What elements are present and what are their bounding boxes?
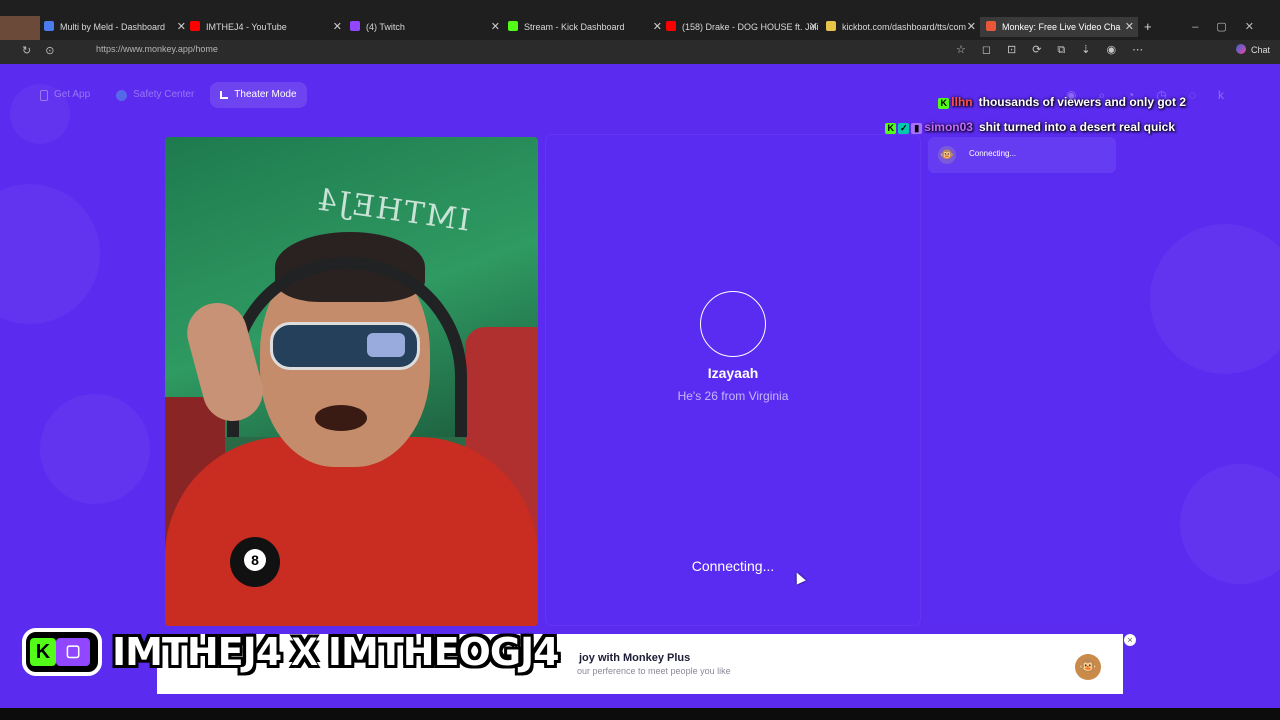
close-icon[interactable]: ✕ <box>333 17 342 37</box>
platform-logos: K ▢ <box>22 628 102 676</box>
chat-username: llhn <box>951 95 973 109</box>
monkey-page: Get App Safety Center Theater Mode ◉⌕◔◷◌… <box>0 64 1280 708</box>
streamer-name-left: IMTHEJ4 <box>112 630 282 674</box>
youtube-icon <box>666 21 676 31</box>
bottom-bar <box>0 708 1280 720</box>
tab-label: (4) Twitch <box>366 22 405 32</box>
safety-center-button[interactable]: Safety Center <box>106 82 204 108</box>
monkey-icon: 🐵 <box>938 146 956 164</box>
sub-badge-icon: ▮ <box>911 123 923 134</box>
phone-icon <box>40 89 48 101</box>
kick-badge-icon: K <box>938 98 950 109</box>
verified-badge-icon: ✓ <box>898 123 910 134</box>
mouth <box>315 405 367 431</box>
bg-decoration <box>0 184 100 324</box>
close-icon[interactable]: ✕ <box>967 17 976 37</box>
chat-username: simon03 <box>924 120 973 134</box>
avatar <box>700 291 766 357</box>
banner-title: joy with Monkey Plus <box>579 652 691 664</box>
tab-twitch[interactable]: (4) Twitch ✕ <box>350 17 500 37</box>
eight-ball-print: 8 <box>230 537 280 587</box>
bg-decoration <box>40 394 150 504</box>
chat-message-text: thousands of viewers and only got 2 <box>978 95 1186 109</box>
stream-overlay-tag: K ▢ IMTHEJ4 X IMTHEOGJ4 <box>22 627 560 677</box>
tab-label: Multi by Meld - Dashboard <box>60 22 166 32</box>
window-controls[interactable]: –▢✕ <box>1192 20 1272 33</box>
theater-mode-label: Theater Mode <box>234 89 297 100</box>
tab-label: IMTHEJ4 - YouTube <box>206 22 287 32</box>
tab-kickbot[interactable]: kickbot.com/dashboard/tts/com ✕ <box>826 17 976 37</box>
tab-monkey[interactable]: Monkey: Free Live Video Cha ✕ <box>980 17 1138 37</box>
chat-message-text: shit turned into a desert real quick <box>978 120 1175 134</box>
streamer-name-right: IMTHEOGJ4 <box>327 630 560 674</box>
connecting-status: Connecting... <box>691 558 775 574</box>
history-panel: 🐵 Connecting... <box>928 135 1116 625</box>
match-panel: Izayaah He's 26 from Virginia Connecting… <box>546 135 920 625</box>
shield-icon <box>116 89 128 101</box>
local-video: IMTHEJ4 8 <box>165 137 538 626</box>
safety-center-label: Safety Center <box>133 89 195 100</box>
twitch-logo-icon: ▢ <box>56 638 90 666</box>
match-name: Izayaah <box>707 365 759 381</box>
tab-label: Stream - Kick Dashboard <box>524 22 625 32</box>
twitch-icon <box>350 21 360 31</box>
meld-icon <box>44 21 54 31</box>
close-icon[interactable]: ✕ <box>491 17 500 37</box>
tab-kick[interactable]: Stream - Kick Dashboard ✕ <box>508 17 662 37</box>
chat-button[interactable]: Chat <box>1235 44 1270 55</box>
top-nav: Get App Safety Center Theater Mode <box>30 82 307 108</box>
kickbot-icon <box>826 21 836 31</box>
bg-decoration <box>1150 224 1280 374</box>
sunglasses <box>270 322 420 370</box>
close-icon[interactable]: ✕ <box>809 17 818 37</box>
close-banner-button[interactable]: × <box>1124 634 1136 646</box>
address-bar: ↻⊙ https://www.monkey.app/home ☆◻⊡⟳⧉⇣◉⋯ … <box>0 40 1280 64</box>
bg-decoration <box>1180 464 1280 584</box>
reload-icon[interactable]: ↻⊙ <box>22 44 68 57</box>
browser-tab-strip: Multi by Meld - Dashboard ✕ IMTHEJ4 - You… <box>0 0 1280 62</box>
new-tab-button[interactable]: + <box>1144 17 1158 37</box>
youtube-icon <box>190 21 200 31</box>
match-description: He's 26 from Virginia <box>677 389 789 403</box>
chat-label: Chat <box>1250 45 1270 55</box>
close-icon[interactable]: ✕ <box>653 17 662 37</box>
kick-badge-icon: K <box>885 123 897 134</box>
copilot-icon <box>1235 44 1246 54</box>
tab-label: Monkey: Free Live Video Cha <box>1002 22 1121 32</box>
kick-logo-icon: K <box>30 638 56 666</box>
monkey-icon: 🐵 <box>1075 654 1101 680</box>
banner-subtitle: our perference to meet people you like <box>577 666 731 676</box>
expand-icon <box>220 91 229 99</box>
theater-mode-button[interactable]: Theater Mode <box>210 82 307 108</box>
monkey-icon <box>986 21 996 31</box>
get-app-label: Get App <box>54 89 91 100</box>
get-app-button[interactable]: Get App <box>30 82 100 108</box>
toolbar-icons[interactable]: ☆◻⊡⟳⧉⇣◉⋯ <box>956 43 1159 57</box>
tab-meld[interactable]: Multi by Meld - Dashboard ✕ <box>44 17 186 37</box>
list-item-status: Connecting... <box>969 149 1017 158</box>
close-icon[interactable]: ✕ <box>177 17 186 37</box>
streamer-separator: X <box>291 629 318 674</box>
tab-drake[interactable]: (158) Drake - DOG HOUSE ft. Juli ✕ <box>666 17 818 37</box>
url-field[interactable]: https://www.monkey.app/home <box>96 44 218 54</box>
tab-label: kickbot.com/dashboard/tts/com <box>842 22 967 32</box>
list-item[interactable]: 🐵 Connecting... <box>928 137 1116 173</box>
overlay-chat-message: Kllhn thousands of viewers and only got 2 <box>938 95 1186 109</box>
overlay-chat-message: K ✓ ▮ simon03 shit turned into a desert real… <box>885 120 1175 134</box>
close-icon[interactable]: ✕ <box>1125 17 1134 37</box>
tab-label: (158) Drake - DOG HOUSE ft. Juli <box>682 22 818 32</box>
kick-icon <box>508 21 518 31</box>
tab-youtube[interactable]: IMTHEJ4 - YouTube ✕ <box>190 17 342 37</box>
